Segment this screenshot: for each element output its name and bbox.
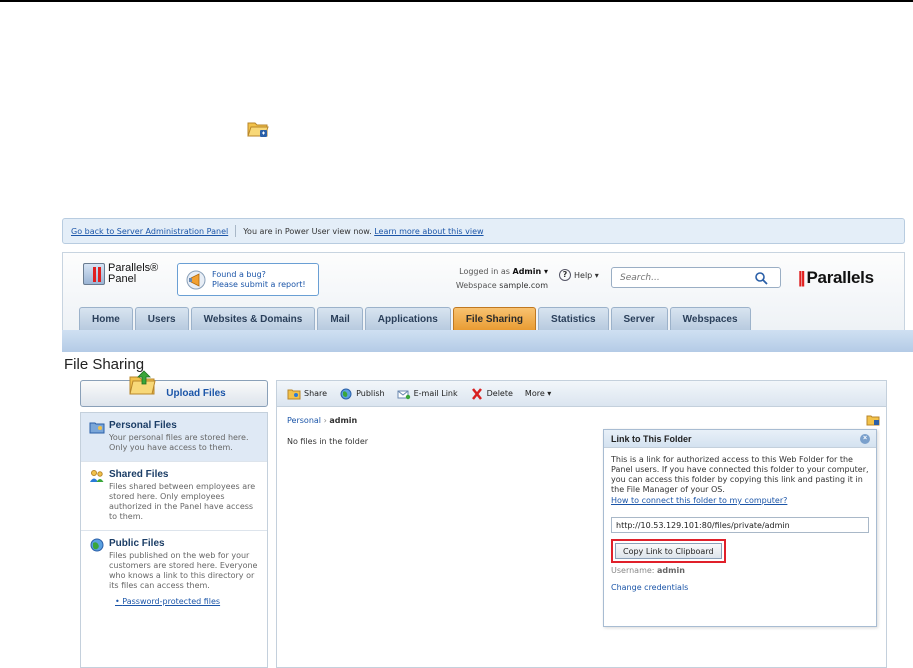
tab-applications[interactable]: Applications: [364, 307, 451, 331]
login-info: Logged in as Admin ▾ Webspace sample.com: [433, 265, 548, 293]
webspace-label: Webspace: [455, 281, 497, 290]
share-button[interactable]: Share: [287, 388, 327, 400]
password-protected-files-link[interactable]: • Password-protected files: [109, 597, 261, 606]
empty-folder-message: No files in the folder: [287, 437, 369, 446]
webspace-selector[interactable]: sample.com: [499, 281, 548, 290]
delete-button[interactable]: Delete: [470, 387, 513, 400]
email-link-button[interactable]: E-mail Link: [397, 388, 458, 400]
copy-link-button[interactable]: Copy Link to Clipboard: [615, 543, 722, 559]
upload-folder-icon: [129, 370, 156, 395]
username-label: Username:: [611, 566, 655, 575]
change-credentials-link[interactable]: Change credentials: [611, 583, 869, 593]
tab-home[interactable]: Home: [79, 307, 133, 331]
file-browser-panel: Share Publish E-mail Link Delete More ▾ …: [276, 380, 887, 668]
upload-files-button[interactable]: Upload Files: [80, 370, 268, 407]
popup-title: Link to This Folder: [611, 433, 692, 444]
back-to-server-admin-link[interactable]: Go back to Server Administration Panel: [71, 227, 228, 236]
logo-icon: [83, 263, 105, 285]
tab-users[interactable]: Users: [134, 307, 189, 331]
file-toolbar: Share Publish E-mail Link Delete More ▾: [277, 381, 886, 407]
sidebar-item-shared-files[interactable]: Shared Files Files shared between employ…: [81, 462, 267, 531]
link-to-folder-popup: Link to This Folder × This is a link for…: [603, 429, 877, 627]
publish-globe-icon: [340, 388, 352, 399]
tab-mail[interactable]: Mail: [317, 307, 363, 331]
copy-highlight-box: Copy Link to Clipboard: [611, 539, 726, 563]
help-menu[interactable]: ? Help ▾: [559, 269, 599, 281]
popup-body: This is a link for authorized access to …: [604, 448, 876, 600]
brand-mark: ||: [798, 268, 805, 287]
help-icon: ?: [559, 269, 571, 281]
tab-file-sharing[interactable]: File Sharing: [452, 307, 537, 331]
folder-url-field[interactable]: [611, 517, 869, 533]
tab-webspaces[interactable]: Webspaces: [669, 307, 751, 331]
breadcrumb: Personal › admin: [287, 416, 357, 425]
breadcrumb-current: admin: [329, 416, 358, 425]
public-globe-icon: [90, 538, 104, 552]
breadcrumb-personal[interactable]: Personal: [287, 416, 321, 425]
parallels-panel-logo[interactable]: Parallels® Panel: [83, 263, 158, 285]
sidebar-item-title: Public Files: [109, 538, 165, 549]
tab-websites-domains[interactable]: Websites & Domains: [190, 307, 316, 331]
top-rule: [0, 0, 913, 2]
sidebar-item-personal-files[interactable]: Personal Files Your personal files are s…: [81, 413, 267, 462]
sidebar-item-title: Shared Files: [109, 469, 169, 480]
email-link-label: E-mail Link: [413, 389, 458, 398]
popup-header: Link to This Folder ×: [604, 430, 876, 448]
username-row: Username: admin: [611, 566, 869, 576]
user-menu[interactable]: Admin ▾: [513, 267, 549, 276]
folder-link-icon[interactable]: [866, 414, 880, 426]
report-bug-button[interactable]: Found a bug? Please submit a report!: [177, 263, 319, 296]
search-box: [611, 267, 781, 288]
learn-more-link[interactable]: Learn more about this view: [374, 227, 483, 236]
upload-files-label: Upload Files: [166, 388, 226, 399]
help-label: Help ▾: [574, 270, 599, 280]
megaphone-icon: [186, 270, 206, 289]
share-folder-icon: [287, 389, 301, 399]
sidebar-item-title: Personal Files: [109, 420, 177, 431]
main-tabs: Home Users Websites & Domains Mail Appli…: [79, 301, 753, 331]
search-icon[interactable]: [754, 271, 768, 285]
subnav-bar: [62, 330, 913, 352]
more-menu[interactable]: More ▾: [525, 389, 551, 398]
email-link-icon: [397, 390, 410, 399]
header: Parallels® Panel Found a bug? Please sub…: [62, 252, 905, 331]
tab-statistics[interactable]: Statistics: [538, 307, 609, 331]
search-input[interactable]: [612, 272, 750, 283]
file-category-sidebar: Personal Files Your personal files are s…: [80, 412, 268, 668]
delete-x-icon: [471, 387, 482, 400]
separator: [235, 225, 237, 237]
power-user-status: You are in Power User view now.: [243, 226, 372, 236]
username-value: admin: [657, 566, 685, 575]
brand-name: Parallels: [806, 268, 875, 287]
sidebar-item-desc: Files published on the web for your cust…: [109, 551, 258, 590]
tab-server[interactable]: Server: [610, 307, 668, 331]
folder-icon: [247, 122, 269, 137]
sidebar-item-desc: Your personal files are stored here. Onl…: [109, 433, 249, 452]
how-to-connect-link[interactable]: How to connect this folder to my compute…: [611, 496, 869, 506]
publish-label: Publish: [356, 389, 385, 398]
shared-users-icon: [90, 470, 104, 482]
logo-line2: Panel: [108, 273, 137, 285]
bug-line2: Please submit a report!: [212, 279, 306, 289]
power-user-bar: Go back to Server Administration Panel Y…: [62, 218, 905, 244]
delete-label: Delete: [486, 389, 513, 398]
logged-in-label: Logged in as: [459, 267, 510, 276]
more-label: More ▾: [524, 389, 552, 398]
panel-screenshot: Go back to Server Administration Panel Y…: [62, 218, 913, 668]
popup-description: This is a link for authorized access to …: [611, 455, 869, 494]
password-protected-label: Password-protected files: [122, 597, 221, 606]
sidebar-item-public-files[interactable]: Public Files Files published on the web …: [81, 531, 267, 614]
share-label: Share: [304, 389, 328, 398]
logo-text: Parallels® Panel: [108, 263, 158, 285]
breadcrumb-separator: ›: [323, 416, 327, 425]
personal-folder-icon: [89, 422, 105, 434]
publish-button[interactable]: Publish: [339, 388, 385, 400]
parallels-brand-logo: || Parallels: [798, 268, 874, 288]
close-icon[interactable]: ×: [860, 434, 870, 444]
bug-line1: Found a bug?: [212, 269, 266, 279]
sidebar-item-desc: Files shared between employees are store…: [109, 482, 256, 521]
